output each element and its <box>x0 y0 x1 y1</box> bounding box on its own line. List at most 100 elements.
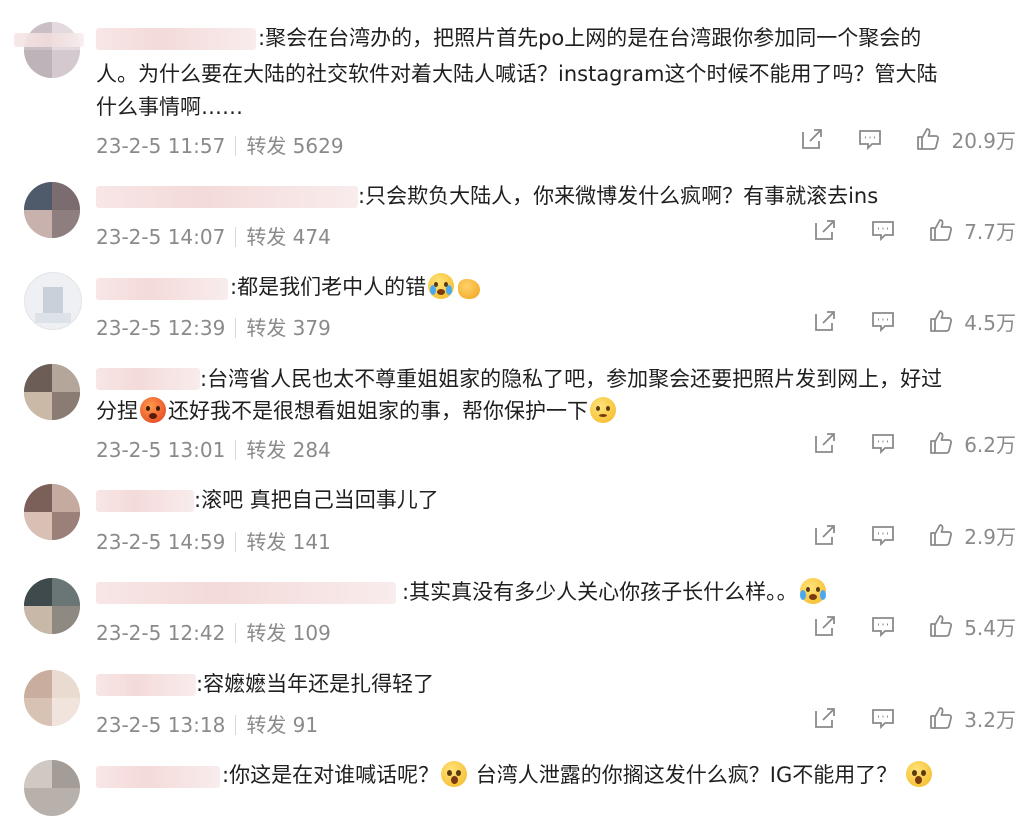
comment-text: :容嬷嬷当年还是扎得轻了 <box>196 672 435 696</box>
comment-icon[interactable] <box>866 306 900 336</box>
share-icon[interactable] <box>808 520 842 550</box>
repost-count[interactable]: 转发 109 <box>246 621 331 645</box>
repost-count[interactable]: 转发 5629 <box>246 134 343 158</box>
like-count: 7.7万 <box>964 219 1016 244</box>
repost-count[interactable]: 转发 141 <box>246 530 331 554</box>
comment-text: :只会欺负大陆人，你来微博发什么疯啊？有事就滚去ins <box>358 184 879 208</box>
repost-count[interactable]: 转发 474 <box>246 225 331 249</box>
share-icon[interactable] <box>808 306 842 336</box>
divider <box>235 136 237 156</box>
avatar[interactable] <box>24 182 80 238</box>
fist-emoji-icon <box>458 279 481 299</box>
like-count: 6.2万 <box>964 432 1016 457</box>
comment-text: 人。为什么要在大陆的社交软件对着大陆人喊话？instagram这个时候不能用了吗… <box>96 62 938 86</box>
comment-meta: 23-2-5 11:57 转发 5629 <box>96 130 344 159</box>
share-icon[interactable] <box>808 215 842 245</box>
comment-date: 23-2-5 14:07 <box>96 225 226 249</box>
avatar[interactable] <box>24 22 80 78</box>
thumbs-up-icon[interactable] <box>924 428 958 458</box>
username-redacted[interactable] <box>96 766 220 788</box>
comment-icon[interactable] <box>866 520 900 550</box>
comment-text-body: 分捏 <box>96 399 138 423</box>
username-redacted[interactable] <box>96 278 228 300</box>
repost-count[interactable]: 转发 379 <box>246 316 331 340</box>
like-count: 20.9万 <box>951 128 1016 153</box>
divider <box>235 623 237 643</box>
comment-date: 23-2-5 13:01 <box>96 438 226 462</box>
comment-item: :其实真没有多少人关心你孩子长什么样。。 23-2-5 12:42 转发 109 … <box>0 566 1030 658</box>
comment-date: 23-2-5 13:18 <box>96 713 226 737</box>
comment-meta: 23-2-5 12:42 转发 109 <box>96 617 331 646</box>
comment-item: :台湾省人民也太不尊重姐姐家的隐私了吧，参加聚会还要把照片发到网上，好过 分捏 还… <box>0 354 1030 474</box>
avatar[interactable] <box>24 670 80 726</box>
username-redacted[interactable] <box>96 368 200 390</box>
thumbs-up-icon[interactable] <box>924 703 958 733</box>
comment-icon[interactable] <box>866 703 900 733</box>
avatar[interactable] <box>24 760 80 816</box>
comment-actions: 2.9万 <box>784 520 1016 550</box>
divider <box>235 715 237 735</box>
thumbs-up-icon[interactable] <box>924 520 958 550</box>
comment-icon[interactable] <box>866 611 900 641</box>
divider <box>235 532 237 552</box>
comment-text: :滚吧 真把自己当回事儿了 <box>194 488 439 512</box>
crying-laughing-emoji-icon <box>799 578 826 604</box>
comment-date: 23-2-5 12:42 <box>96 621 226 645</box>
comment-date: 23-2-5 11:57 <box>96 134 226 158</box>
avatar[interactable] <box>24 578 80 634</box>
avatar[interactable] <box>24 364 80 420</box>
thumbs-up-icon[interactable] <box>911 124 945 154</box>
username-redacted[interactable] <box>96 674 196 696</box>
hug-emoji-icon <box>590 397 616 423</box>
comment-text: 分捏 还好我不是很想看姐姐家的事，帮你保护一下 <box>96 396 618 427</box>
comment-text: :都是我们老中人的错 <box>230 272 482 303</box>
comment-meta: 23-2-5 13:18 转发 91 <box>96 709 318 738</box>
username-redacted <box>14 33 84 47</box>
comment-item: :滚吧 真把自己当回事儿了 23-2-5 14:59 转发 141 2.9万 <box>0 474 1030 566</box>
repost-count[interactable]: 转发 284 <box>246 438 331 462</box>
username-redacted[interactable] <box>96 582 396 604</box>
shocked-emoji-icon <box>905 761 932 787</box>
comment-item: :你这是在对谁喊话呢？ 台湾人泄露的你搁这发什么疯？IG不能用了？ <box>0 750 1030 816</box>
like-count: 2.9万 <box>964 524 1016 549</box>
comment-text-body: 还好我不是很想看姐姐家的事，帮你保护一下 <box>168 399 588 423</box>
share-icon[interactable] <box>808 611 842 641</box>
comment-actions: 7.7万 <box>784 215 1016 245</box>
avatar[interactable] <box>24 484 80 540</box>
divider <box>235 318 237 338</box>
repost-count[interactable]: 转发 91 <box>246 713 318 737</box>
comment-icon[interactable] <box>866 215 900 245</box>
like-count: 5.4万 <box>964 615 1016 640</box>
comment-item: :都是我们老中人的错 23-2-5 12:39 转发 379 4.5万 <box>0 262 1030 354</box>
comment-meta: 23-2-5 12:39 转发 379 <box>96 312 331 341</box>
angry-emoji-icon <box>140 397 166 423</box>
comment-text: 什么事情啊…… <box>96 95 243 119</box>
comment-actions: 4.5万 <box>784 306 1016 336</box>
comment-text-body: :都是我们老中人的错 <box>230 275 427 299</box>
comment-text: :其实真没有多少人关心你孩子长什么样。。 <box>402 577 828 608</box>
comment-text-body: :你这是在对谁喊话呢？ <box>222 763 440 787</box>
comment-item: :容嬷嬷当年还是扎得轻了 23-2-5 13:18 转发 91 3.2万 <box>0 658 1030 750</box>
comment-text: :台湾省人民也太不尊重姐姐家的隐私了吧，参加聚会还要把照片发到网上，好过 <box>200 367 943 391</box>
share-icon[interactable] <box>808 703 842 733</box>
comment-icon[interactable] <box>853 124 887 154</box>
username-redacted[interactable] <box>96 186 358 208</box>
comment-icon[interactable] <box>866 428 900 458</box>
comment-meta: 23-2-5 14:59 转发 141 <box>96 526 331 555</box>
comment-actions: 3.2万 <box>784 703 1016 733</box>
comment-text: :聚会在台湾办的，把照片首先po上网的是在台湾跟你参加同一个聚会的 <box>258 26 922 50</box>
comment-date: 23-2-5 12:39 <box>96 316 226 340</box>
comment-item: :只会欺负大陆人，你来微博发什么疯啊？有事就滚去ins 23-2-5 14:07… <box>0 170 1030 262</box>
avatar[interactable] <box>24 272 82 330</box>
username-redacted[interactable] <box>96 28 256 50</box>
thumbs-up-icon[interactable] <box>924 611 958 641</box>
share-icon[interactable] <box>808 428 842 458</box>
like-count: 3.2万 <box>964 707 1016 732</box>
crying-emoji-icon <box>428 273 455 299</box>
username-redacted[interactable] <box>96 490 194 512</box>
share-icon[interactable] <box>795 124 829 154</box>
comment-actions: 6.2万 <box>784 428 1016 458</box>
comment-text-body: 台湾人泄露的你搁这发什么疯？IG不能用了？ <box>475 763 898 787</box>
thumbs-up-icon[interactable] <box>924 215 958 245</box>
thumbs-up-icon[interactable] <box>924 306 958 336</box>
